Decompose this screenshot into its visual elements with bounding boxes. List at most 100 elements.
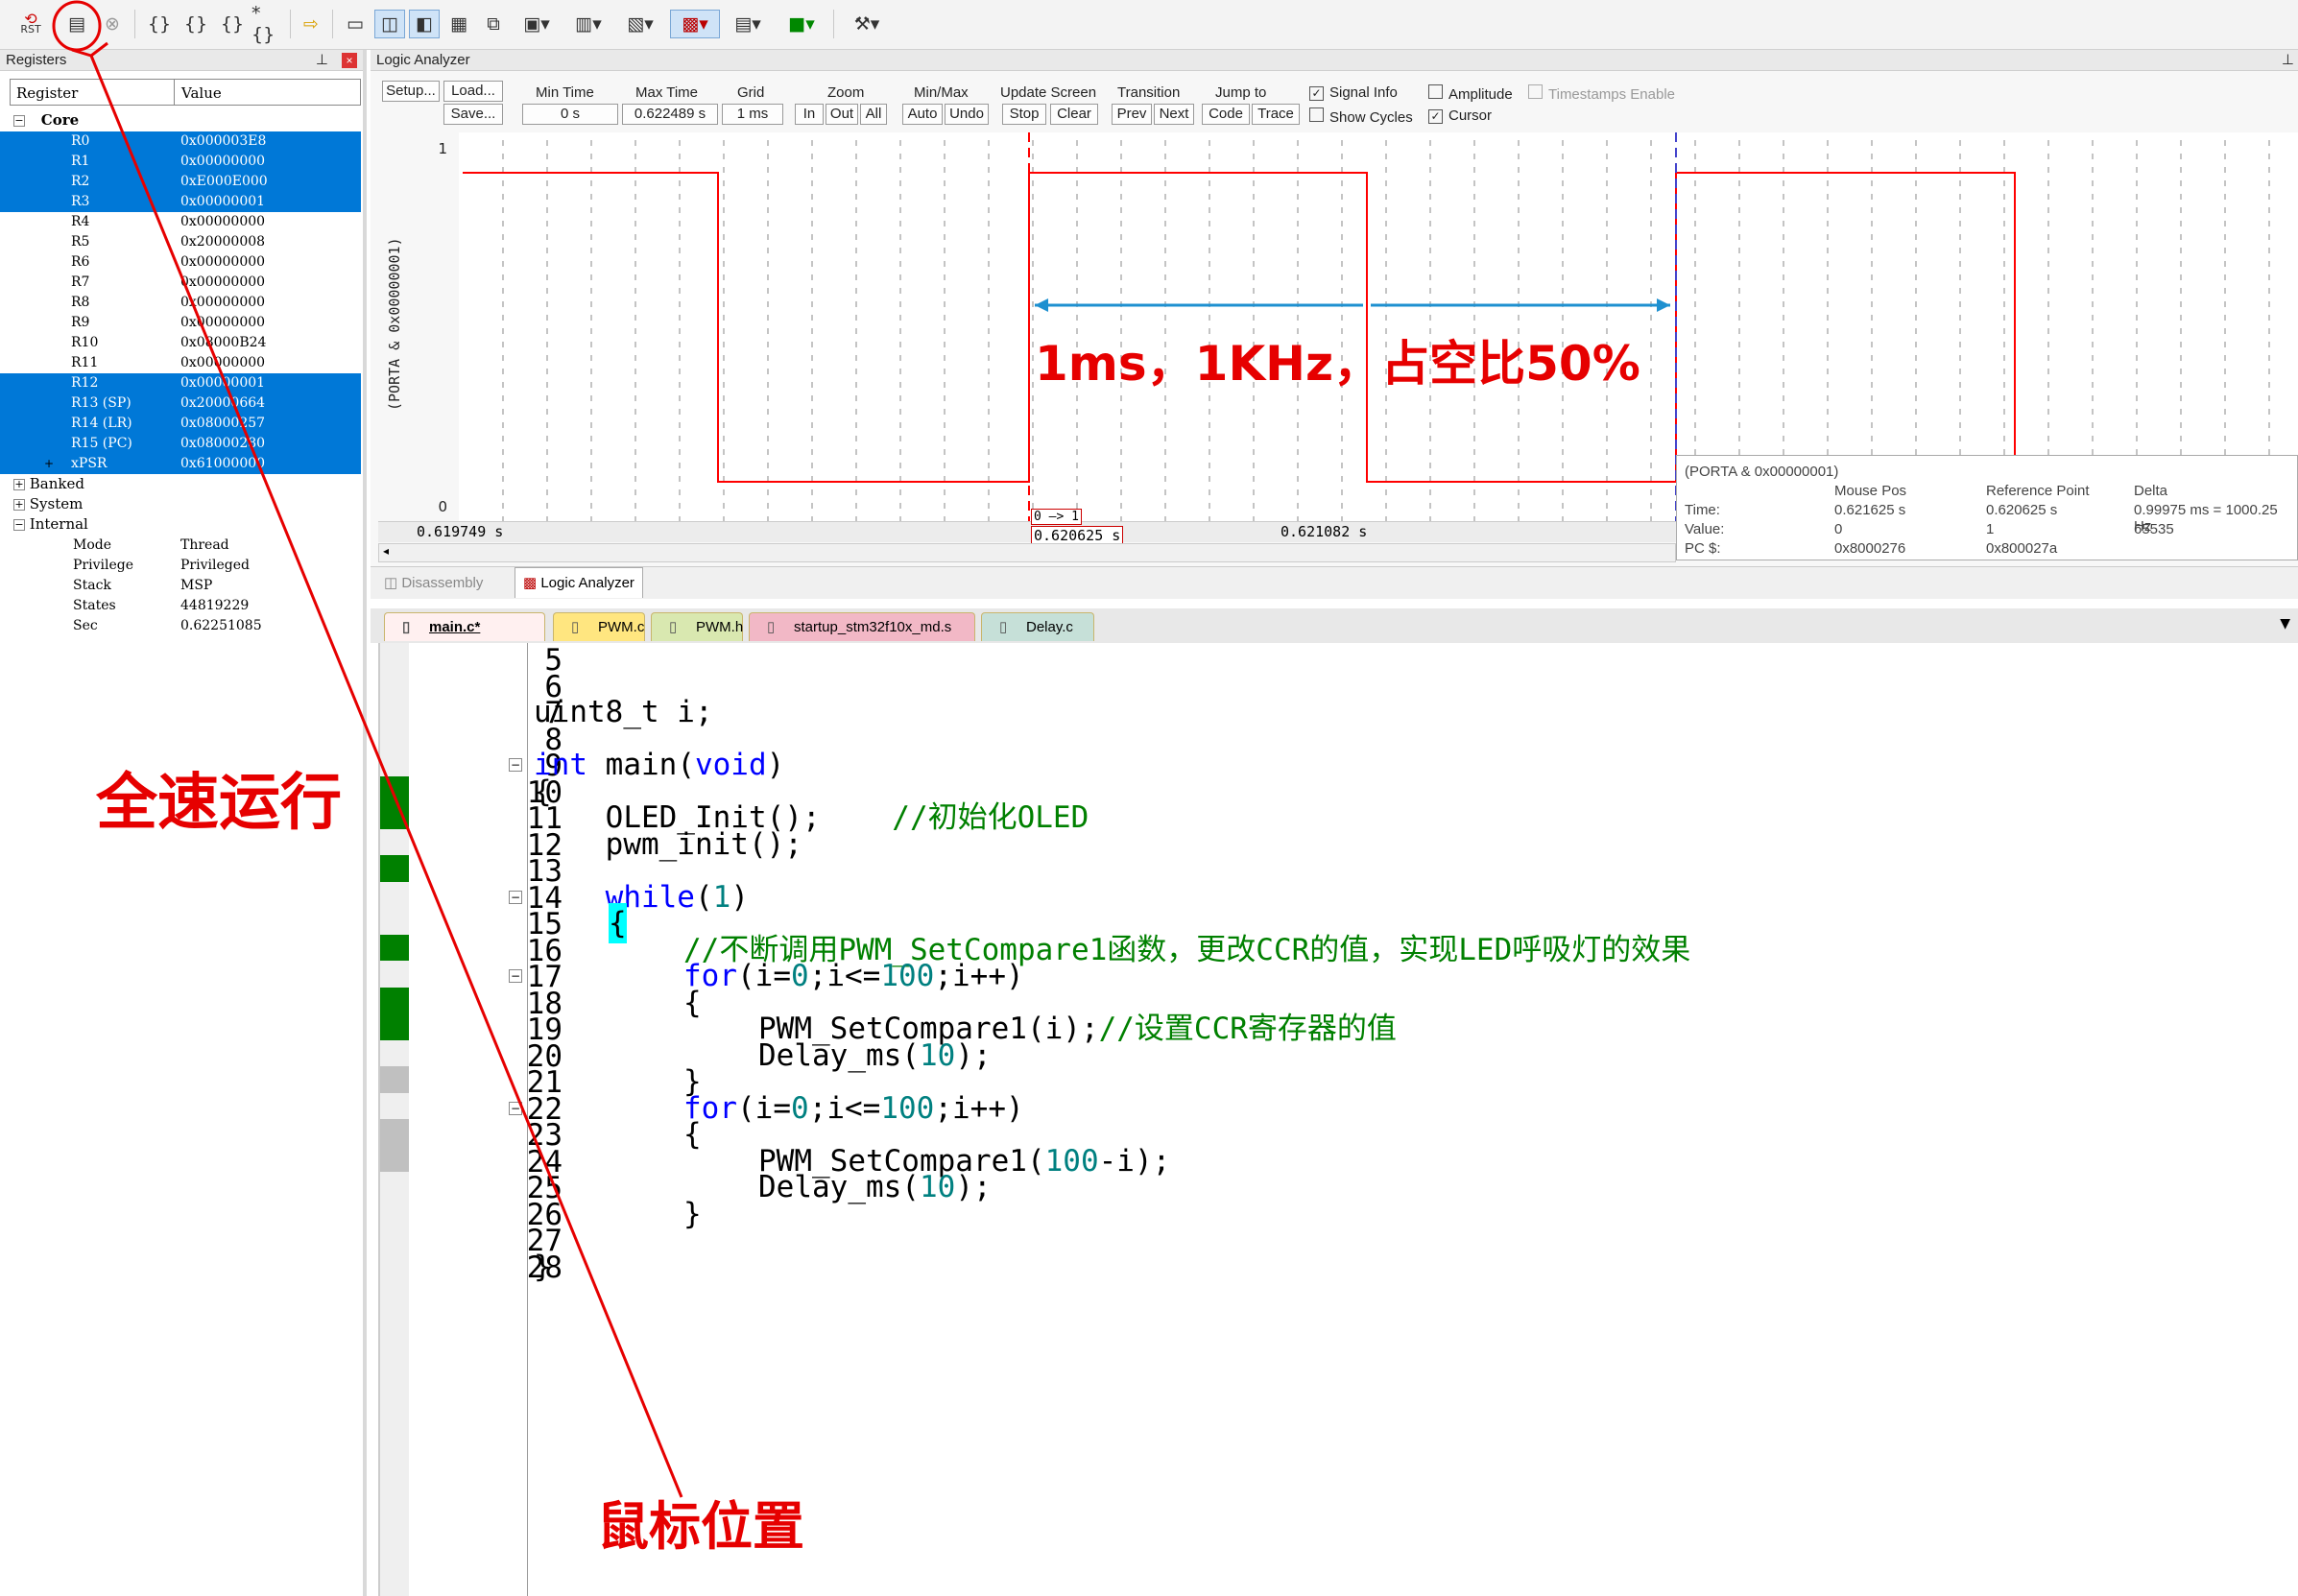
cursor-checkbox[interactable]: ✓ Cursor	[1428, 107, 1492, 124]
register-row[interactable]: R14 (LR) 0x08000257	[0, 414, 361, 434]
step-into-icon[interactable]: {}	[144, 10, 175, 38]
save-button[interactable]: Save...	[443, 104, 503, 125]
core-group[interactable]: − Core	[13, 111, 79, 129]
file-tab[interactable]: ▯ startup_stm32f10x_md.s	[749, 612, 975, 641]
internal-row[interactable]: Privilege Privileged	[0, 556, 361, 576]
file-tab[interactable]: ▯ PWM.h	[651, 612, 743, 641]
register-value: 0x00000000	[180, 254, 266, 270]
call-stack-icon[interactable]: ⧉	[478, 10, 509, 38]
la-pin-icon[interactable]: ⊥	[2282, 50, 2294, 71]
register-row[interactable]: R9 0x00000000	[0, 313, 361, 333]
code-button[interactable]: Code	[1202, 104, 1250, 125]
zoom-all-button[interactable]: All	[860, 104, 887, 125]
show-next-statement-icon[interactable]: ⇨	[296, 10, 326, 38]
serial-window-icon[interactable]: ▧▾	[618, 10, 662, 38]
register-group[interactable]: + System	[13, 495, 83, 512]
transition-label: Transition	[1117, 84, 1181, 101]
step-out-icon[interactable]: {}	[217, 10, 248, 38]
tab-disassembly[interactable]: ◫ Disassembly	[376, 569, 491, 598]
info-value-delta: 65535	[2134, 521, 2174, 537]
register-row[interactable]: R1 0x00000000	[0, 152, 361, 172]
registers-window-icon[interactable]: ▦	[443, 10, 474, 38]
registers-title: Registers	[6, 52, 67, 68]
watch-window-icon[interactable]: ▣▾	[515, 10, 559, 38]
memory-window-icon[interactable]: ▥▾	[566, 10, 610, 38]
zoom-in-button[interactable]: In	[795, 104, 824, 125]
register-group[interactable]: + Banked	[13, 475, 84, 492]
tab-logic-analyzer[interactable]: ▩ Logic Analyzer	[515, 567, 643, 598]
amplitude-checkbox[interactable]: Amplitude	[1428, 84, 1513, 103]
horizontal-scrollbar[interactable]: ◂	[378, 543, 1676, 562]
load-button[interactable]: Load...	[443, 81, 503, 102]
file-tab[interactable]: ▯ Delay.c	[981, 612, 1094, 641]
fold-icon[interactable]: −	[509, 969, 522, 983]
close-icon[interactable]: ×	[342, 53, 357, 68]
code-line-21: for(i=0;i<=100;i++)	[683, 1091, 1024, 1126]
cursor-label: Cursor	[1448, 107, 1493, 124]
register-group[interactable]: − Internal	[13, 515, 88, 533]
run-to-cursor-icon[interactable]: *{}	[251, 3, 282, 45]
timestamps-checkbox[interactable]: Timestamps Enable	[1528, 84, 1675, 103]
expand-icon[interactable]: +	[44, 454, 54, 474]
undo-button[interactable]: Undo	[945, 104, 989, 125]
clear-button[interactable]: Clear	[1050, 104, 1098, 125]
arrowhead-right-icon	[1657, 298, 1670, 312]
signal-info-checkbox[interactable]: ✓ Signal Info	[1309, 84, 1398, 101]
trace-window-icon[interactable]: ▤▾	[726, 10, 770, 38]
info-value-mouse: 0	[1834, 521, 1843, 537]
fold-icon[interactable]: −	[509, 758, 522, 772]
register-row[interactable]: xPSR 0x61000000 +	[0, 454, 361, 474]
analysis-window-icon[interactable]: ▩▾	[670, 10, 720, 38]
register-row[interactable]: R3 0x00000001	[0, 192, 361, 212]
register-row[interactable]: R15 (PC) 0x08000280	[0, 434, 361, 454]
expand-icon[interactable]: +	[13, 499, 25, 511]
register-row[interactable]: R7 0x00000000	[0, 273, 361, 293]
reset-icon[interactable]: ⟲ RST	[13, 10, 48, 38]
execution-mark	[380, 934, 409, 961]
stop-icon[interactable]: ⊗	[98, 10, 127, 38]
register-row[interactable]: R8 0x00000000	[0, 293, 361, 313]
file-tab[interactable]: ▯ PWM.c	[553, 612, 645, 641]
code-editor[interactable]: 5 6 7 8 9 10 11 12 13 14 15 16 17 18 19 20 21 22 23 24 25 26 2…	[378, 643, 2298, 1596]
auto-button[interactable]: Auto	[902, 104, 943, 125]
stop-button[interactable]: Stop	[1002, 104, 1046, 125]
internal-row[interactable]: Mode Thread	[0, 536, 361, 556]
disassembly-window-icon[interactable]: ◫	[374, 10, 405, 38]
info-value-ref: 1	[1986, 521, 1995, 537]
expand-icon[interactable]: +	[13, 479, 25, 490]
trace-button[interactable]: Trace	[1252, 104, 1300, 125]
register-row[interactable]: R4 0x00000000	[0, 212, 361, 232]
symbols-window-icon[interactable]: ◧	[409, 10, 440, 38]
register-row[interactable]: R10 0x08000B24	[0, 333, 361, 353]
register-row[interactable]: R0 0x000003E8	[0, 131, 361, 152]
toolbox-icon[interactable]: ⚒▾	[843, 10, 891, 38]
next-button[interactable]: Next	[1154, 104, 1194, 125]
show-cycles-checkbox[interactable]: Show Cycles	[1309, 107, 1413, 126]
fold-icon[interactable]: −	[509, 1101, 522, 1115]
setup-button[interactable]: Setup...	[382, 81, 440, 102]
file-tab[interactable]: ▯ main.c*	[384, 612, 545, 641]
register-row[interactable]: R2 0xE000E000	[0, 172, 361, 192]
system-viewer-icon[interactable]: ■▾	[779, 10, 824, 38]
command-window-icon[interactable]: ▭	[340, 10, 371, 38]
code-line-19: Delay_ms(10);	[758, 1038, 992, 1073]
collapse-icon[interactable]: −	[13, 519, 25, 531]
register-row[interactable]: R13 (SP) 0x20000664	[0, 393, 361, 414]
prev-button[interactable]: Prev	[1112, 104, 1152, 125]
register-row[interactable]: R5 0x20000008	[0, 232, 361, 252]
tabs-dropdown-icon[interactable]: ▼	[2280, 616, 2290, 631]
zoom-out-button[interactable]: Out	[826, 104, 858, 125]
register-row[interactable]: R12 0x00000001	[0, 373, 361, 393]
register-row[interactable]: R6 0x00000000	[0, 252, 361, 273]
waveform-trace	[463, 172, 2016, 483]
pin-icon[interactable]: ⊥	[316, 50, 328, 71]
internal-row[interactable]: Sec 0.62251085	[0, 616, 361, 636]
fold-icon[interactable]: −	[509, 890, 522, 904]
scroll-left-icon[interactable]: ◂	[383, 544, 389, 558]
run-icon[interactable]: ▤	[58, 10, 96, 38]
internal-row[interactable]: States 44819229	[0, 596, 361, 616]
register-row[interactable]: R11 0x00000000	[0, 353, 361, 373]
arrowhead-left-icon	[1035, 298, 1048, 312]
internal-row[interactable]: Stack MSP	[0, 576, 361, 596]
step-over-icon[interactable]: {}	[180, 10, 211, 38]
